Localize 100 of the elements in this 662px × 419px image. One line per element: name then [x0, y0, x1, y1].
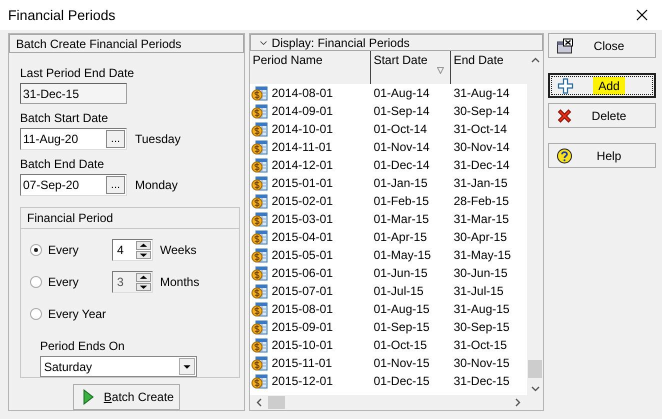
- table-cell[interactable]: 01-Feb-15: [370, 194, 451, 208]
- table-cell[interactable]: 30-Apr-15: [450, 230, 527, 244]
- table-cell[interactable]: 31-Aug-15: [450, 302, 527, 316]
- table-cell[interactable]: 2015-04-01: [272, 230, 333, 244]
- table-cell[interactable]: 01-Mar-15: [370, 212, 451, 226]
- scroll-up-icon[interactable]: [530, 57, 540, 63]
- table-cell[interactable]: 2015-10-01: [272, 338, 333, 352]
- radio-button[interactable]: [30, 276, 42, 288]
- table-cell[interactable]: 2015-07-01: [272, 284, 333, 298]
- table-cell[interactable]: 01-Dec-14: [370, 158, 451, 172]
- radio-button[interactable]: [30, 244, 42, 256]
- date-field[interactable]: 11-Aug-20 ...: [20, 128, 127, 150]
- table-cell[interactable]: 2015-08-01: [272, 302, 333, 316]
- table-cell[interactable]: 31-Jul-15: [450, 284, 527, 298]
- calendar-icon: [250, 85, 268, 101]
- date-field[interactable]: 07-Sep-20 ...: [20, 174, 127, 196]
- table-cell[interactable]: 01-Nov-14: [370, 140, 451, 154]
- browse-button[interactable]: ...: [106, 130, 125, 148]
- action-button[interactable]: Delete: [548, 103, 656, 128]
- column-header[interactable]: Start Date: [370, 51, 451, 84]
- scroll-down-icon[interactable]: [530, 386, 540, 392]
- spin-up-icon[interactable]: [136, 241, 151, 250]
- table-cell[interactable]: 31-May-15: [450, 248, 527, 262]
- window-title: Financial Periods: [8, 7, 116, 23]
- table-cell[interactable]: 31-Oct-14: [450, 122, 527, 136]
- calendar-icon: [250, 193, 268, 209]
- dropdown[interactable]: Saturday: [40, 356, 197, 377]
- table-cell[interactable]: 2015-01-01: [272, 176, 333, 190]
- field-label: Last Period End Date: [20, 66, 134, 80]
- spin-down-icon[interactable]: [136, 250, 151, 259]
- date-field[interactable]: 31-Dec-15: [20, 83, 127, 104]
- table-cell[interactable]: 01-Aug-14: [370, 86, 451, 100]
- table-cell[interactable]: 31-Jan-15: [450, 176, 527, 190]
- cross-icon: [556, 108, 573, 124]
- radio-label: Every Year: [48, 307, 108, 321]
- weekday-label: Tuesday: [135, 132, 181, 146]
- field-label: Batch Start Date: [20, 111, 108, 125]
- grid-title: Display: Financial Periods: [272, 36, 410, 50]
- batch-create-button[interactable]: Batch Create: [72, 384, 180, 410]
- calendar-icon: [250, 211, 268, 227]
- table-cell[interactable]: 31-Aug-14: [450, 86, 527, 100]
- scrollbar-thumb[interactable]: [268, 396, 285, 409]
- table-cell[interactable]: 2015-06-01: [272, 266, 333, 280]
- table-cell[interactable]: 30-Nov-15: [450, 356, 527, 370]
- browse-button[interactable]: ...: [106, 176, 125, 194]
- table-cell[interactable]: 01-Sep-14: [370, 104, 451, 118]
- table-cell[interactable]: 01-Apr-15: [370, 230, 451, 244]
- table-cell[interactable]: 2014-11-01: [272, 140, 332, 154]
- table-cell[interactable]: 01-Jun-15: [370, 266, 451, 280]
- table-cell[interactable]: 2015-03-01: [272, 212, 333, 226]
- calendar-icon: [250, 229, 268, 245]
- table-cell[interactable]: 2015-09-01: [272, 320, 333, 334]
- scrollbar-thumb[interactable]: [528, 360, 542, 378]
- calendar-icon: [250, 103, 268, 119]
- plus-icon: [557, 78, 574, 94]
- calendar-icon: [250, 157, 268, 173]
- table-cell[interactable]: 01-Dec-15: [370, 374, 451, 388]
- table-cell[interactable]: 01-Aug-15: [370, 302, 451, 316]
- table-cell[interactable]: 01-May-15: [370, 248, 451, 262]
- table-cell[interactable]: 2015-02-01: [272, 194, 333, 208]
- table-cell[interactable]: 01-Nov-15: [370, 356, 451, 370]
- table-cell[interactable]: 30-Sep-14: [450, 104, 527, 118]
- action-button[interactable]: Close: [548, 33, 656, 58]
- scroll-left-icon[interactable]: [256, 398, 262, 407]
- table-cell[interactable]: 31-Dec-15: [450, 374, 527, 388]
- table-cell[interactable]: 01-Oct-14: [370, 122, 451, 136]
- calendar-icon: [250, 319, 268, 335]
- spin-field[interactable]: 4: [112, 239, 153, 261]
- table-cell[interactable]: 31-Mar-15: [450, 212, 527, 226]
- calendar-icon: [250, 139, 268, 155]
- table-cell[interactable]: 01-Sep-15: [370, 320, 451, 334]
- table-cell[interactable]: 31-Oct-15: [450, 338, 527, 352]
- table-cell[interactable]: 30-Jun-15: [450, 266, 527, 280]
- column-header[interactable]: Period Name: [250, 51, 371, 84]
- table-cell[interactable]: 30-Sep-15: [450, 320, 527, 334]
- table-cell[interactable]: 2014-09-01: [272, 104, 333, 118]
- chevron-icon[interactable]: [258, 40, 268, 46]
- table-cell[interactable]: 28-Feb-15: [450, 194, 527, 208]
- table-cell[interactable]: 01-Jan-15: [370, 176, 451, 190]
- calendar-icon: [250, 247, 268, 263]
- table-cell[interactable]: 01-Oct-15: [370, 338, 451, 352]
- scroll-right-icon[interactable]: [514, 398, 521, 407]
- table-cell[interactable]: 2014-12-01: [272, 158, 333, 172]
- table-cell[interactable]: 30-Nov-14: [450, 140, 527, 154]
- table-cell[interactable]: 01-Jul-15: [370, 284, 451, 298]
- column-header[interactable]: End Date: [450, 51, 527, 84]
- action-button[interactable]: Add: [548, 73, 656, 98]
- action-button[interactable]: Help: [548, 143, 656, 168]
- weekday-label: Monday: [135, 178, 178, 192]
- calendar-icon: [250, 301, 268, 317]
- table-cell[interactable]: 2015-11-01: [272, 356, 332, 370]
- calendar-icon: [250, 337, 268, 353]
- table-cell[interactable]: 2015-12-01: [272, 374, 333, 388]
- radio-button[interactable]: [30, 308, 42, 320]
- table-cell[interactable]: 2015-05-01: [272, 248, 333, 262]
- calendar-icon: [250, 355, 268, 371]
- table-cell[interactable]: 2014-08-01: [272, 86, 333, 100]
- table-cell[interactable]: 2014-10-01: [272, 122, 333, 136]
- table-cell[interactable]: 31-Dec-14: [450, 158, 527, 172]
- close-icon[interactable]: [636, 9, 648, 21]
